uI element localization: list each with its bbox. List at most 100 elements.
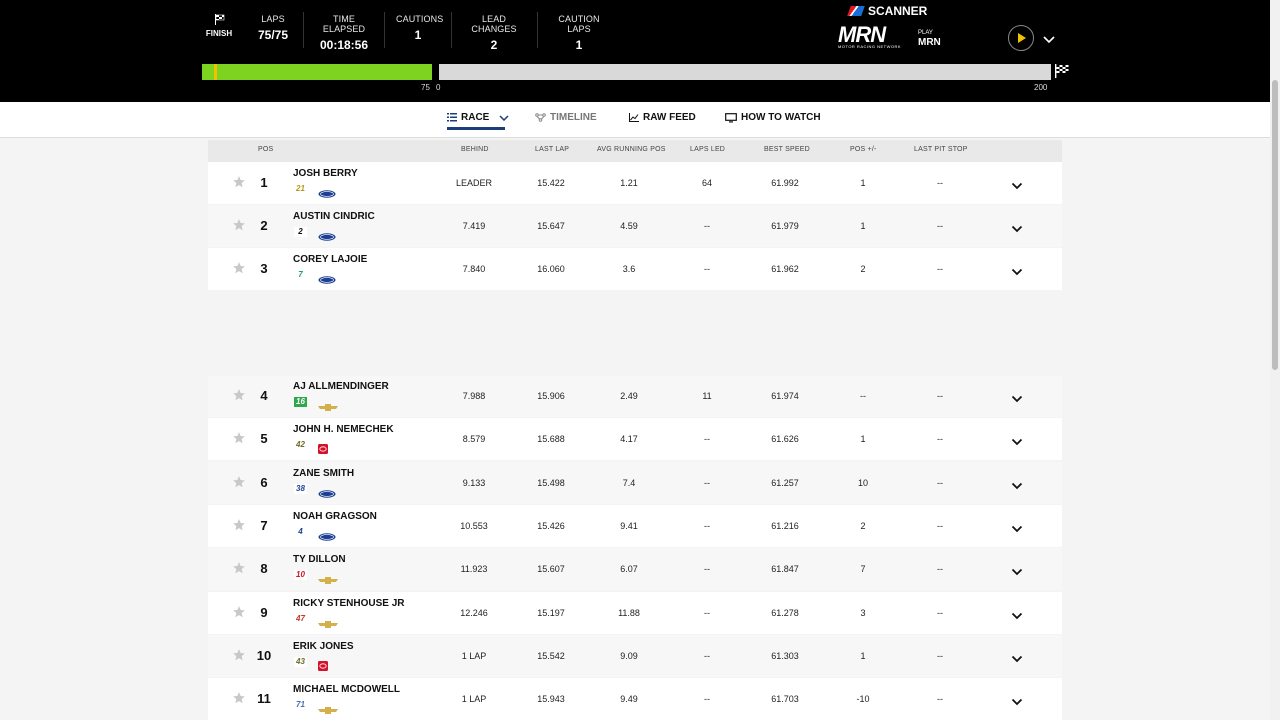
favorite-star-icon[interactable] bbox=[232, 648, 246, 667]
driver-name[interactable]: JOHN H. NEMECHEK bbox=[293, 424, 394, 435]
driver-name[interactable]: AJ ALLMENDINGER bbox=[293, 381, 389, 392]
favorite-star-icon[interactable] bbox=[232, 261, 246, 280]
chevrolet-logo-icon bbox=[318, 577, 338, 584]
table-row[interactable]: 10 ERIK JONES 43 1 LAP 15.542 9.09 -- 61.303 1 -- bbox=[208, 635, 1062, 677]
position-number: 8 bbox=[260, 561, 268, 576]
table-row[interactable]: 6 ZANE SMITH 38 9.133 15.498 7.4 -- 61.257 10 -- bbox=[208, 462, 1062, 504]
table-row[interactable]: 8 TY DILLON 10 11.923 15.607 6.07 -- 61.847 7 -- bbox=[208, 548, 1062, 590]
driver-name[interactable]: COREY LAJOIE bbox=[293, 254, 367, 265]
favorite-star-icon[interactable] bbox=[232, 518, 246, 537]
manufacturer-logo bbox=[318, 441, 328, 459]
cell-laps-led: -- bbox=[704, 651, 710, 661]
stat-label: LEAD CHANGES bbox=[471, 14, 517, 34]
expand-row-button[interactable] bbox=[1011, 177, 1023, 195]
cell-pos-change: 3 bbox=[860, 608, 866, 618]
driver-name[interactable]: RICKY STENHOUSE JR bbox=[293, 598, 405, 609]
expand-row-button[interactable] bbox=[1011, 390, 1023, 408]
expand-row-button[interactable] bbox=[1011, 607, 1023, 625]
cell-pos-change: -- bbox=[860, 391, 866, 401]
cell-avg-pos: 11.88 bbox=[618, 608, 640, 618]
scanner-label: SCANNER bbox=[868, 4, 928, 18]
expand-row-button[interactable] bbox=[1011, 563, 1023, 581]
chevrolet-logo-icon bbox=[318, 404, 338, 411]
tab-race[interactable]: RACE bbox=[447, 112, 509, 123]
checkered-flag-icon bbox=[1054, 64, 1070, 83]
cell-last-lap: 16.060 bbox=[537, 264, 565, 274]
tab-timeline[interactable]: TIMELINE bbox=[535, 112, 597, 123]
cell-laps-led: -- bbox=[704, 434, 710, 444]
expand-row-button[interactable] bbox=[1011, 220, 1023, 238]
column-header-pos-change: POS +/- bbox=[850, 146, 877, 153]
table-row[interactable]: 11 MICHAEL MCDOWELL 71 1 LAP 15.943 9.49 -- 61.… bbox=[208, 678, 1062, 720]
final-stage-progress-bar bbox=[439, 64, 1051, 80]
manufacturer-logo bbox=[318, 228, 336, 246]
cell-avg-pos: 4.59 bbox=[620, 221, 638, 231]
driver-name[interactable]: ZANE SMITH bbox=[293, 468, 354, 479]
expand-row-button[interactable] bbox=[1011, 520, 1023, 538]
expand-row-button[interactable] bbox=[1011, 650, 1023, 668]
scanner-dropdown-button[interactable] bbox=[1043, 31, 1055, 49]
tab-how-to-watch[interactable]: HOW TO WATCH bbox=[725, 112, 821, 123]
table-row[interactable]: 9 RICKY STENHOUSE JR 47 12.246 15.197 11.88 --… bbox=[208, 592, 1062, 634]
expand-row-button[interactable] bbox=[1011, 693, 1023, 711]
cell-laps-led: 64 bbox=[701, 178, 712, 188]
car-number-badge: 16 bbox=[294, 397, 307, 407]
cell-avg-pos: 9.49 bbox=[620, 694, 638, 704]
play-label-big: MRN bbox=[918, 37, 941, 48]
driver-name[interactable]: MICHAEL MCDOWELL bbox=[293, 684, 400, 695]
cell-avg-pos: 3.6 bbox=[622, 264, 636, 274]
driver-name[interactable]: TY DILLON bbox=[293, 554, 346, 565]
favorite-star-icon[interactable] bbox=[232, 175, 246, 194]
expand-row-button[interactable] bbox=[1011, 477, 1023, 495]
expand-row-button[interactable] bbox=[1011, 263, 1023, 281]
scoreboard-header: FINISH LAPS 75/75 TIME ELAPSED 00:18:56 … bbox=[0, 0, 1280, 102]
favorite-star-icon[interactable] bbox=[232, 605, 246, 624]
ford-logo-icon bbox=[318, 533, 336, 541]
favorite-star-icon[interactable] bbox=[232, 218, 246, 237]
favorite-star-icon[interactable] bbox=[232, 691, 246, 710]
driver-name[interactable]: AUSTIN CINDRIC bbox=[293, 211, 375, 222]
cell-behind: 9.133 bbox=[462, 478, 486, 488]
table-row[interactable]: 4 AJ ALLMENDINGER 16 7.988 15.906 2.49 11 61.97… bbox=[208, 375, 1062, 417]
page-scrollbar[interactable] bbox=[1270, 0, 1280, 720]
car-number-badge: 21 bbox=[294, 184, 307, 194]
manufacturer-logo bbox=[318, 185, 336, 203]
table-row[interactable]: 5 JOHN H. NEMECHEK 42 8.579 15.688 4.17 -- 61.6… bbox=[208, 418, 1062, 460]
cell-last-pit: -- bbox=[937, 694, 943, 704]
favorite-star-icon[interactable] bbox=[232, 475, 246, 494]
chevron-down-icon bbox=[1011, 225, 1023, 233]
progress-marker bbox=[214, 64, 217, 80]
favorite-star-icon[interactable] bbox=[232, 431, 246, 450]
cell-behind: 8.579 bbox=[462, 434, 486, 444]
expand-row-button[interactable] bbox=[1011, 433, 1023, 451]
cell-last-lap: 15.422 bbox=[537, 178, 565, 188]
cell-last-lap: 15.943 bbox=[537, 694, 565, 704]
mrn-logo: MRN MOTOR RACING NETWORK bbox=[838, 24, 901, 50]
finish-indicator: FINISH bbox=[203, 14, 235, 38]
play-mrn-button[interactable] bbox=[1008, 25, 1034, 51]
cell-last-pit: -- bbox=[937, 521, 943, 531]
favorite-star-icon[interactable] bbox=[232, 561, 246, 580]
stat-label: CAUTIONS bbox=[396, 14, 444, 24]
stat-value: 2 bbox=[490, 38, 498, 52]
favorite-star-icon[interactable] bbox=[232, 388, 246, 407]
scrollbar-thumb[interactable] bbox=[1272, 80, 1278, 370]
driver-name[interactable]: NOAH GRAGSON bbox=[293, 511, 377, 522]
column-header-last-lap: LAST LAP bbox=[535, 146, 570, 153]
chevron-down-icon bbox=[1011, 568, 1023, 576]
driver-name[interactable]: ERIK JONES bbox=[293, 641, 354, 652]
table-row[interactable]: 7 NOAH GRAGSON 4 10.553 15.426 9.41 -- 61.216 2 -… bbox=[208, 505, 1062, 547]
car-number-badge: 7 bbox=[294, 270, 307, 280]
play-mrn-label: PLAY MRN bbox=[918, 28, 941, 48]
table-row[interactable]: 2 AUSTIN CINDRIC 2 7.419 15.647 4.59 -- 61.979 1… bbox=[208, 205, 1062, 247]
tab-raw-feed[interactable]: RAW FEED bbox=[629, 112, 696, 123]
car-number-badge: 38 bbox=[294, 484, 307, 494]
car-number-badge: 47 bbox=[294, 614, 307, 624]
ford-logo-icon bbox=[318, 190, 336, 198]
table-row[interactable]: 3 COREY LAJOIE 7 7.840 16.060 3.6 -- 61.962 2 -- bbox=[208, 248, 1062, 290]
stat-lead-changes: LEAD CHANGES 2 bbox=[462, 14, 526, 52]
car-number-badge: 43 bbox=[294, 657, 307, 667]
table-row[interactable]: 1 JOSH BERRY 21 LEADER 15.422 1.21 64 61.992 1 -- bbox=[208, 162, 1062, 204]
driver-name[interactable]: JOSH BERRY bbox=[293, 168, 358, 179]
cell-best-speed: 61.847 bbox=[771, 564, 799, 574]
